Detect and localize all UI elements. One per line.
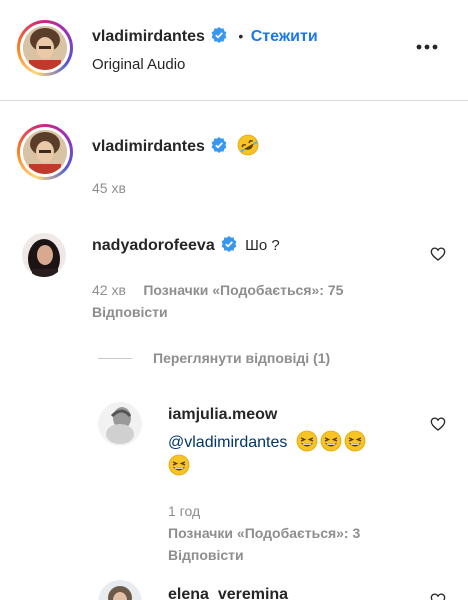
author-photo [23, 26, 67, 70]
caption-avatar[interactable] [17, 124, 73, 180]
comment-likes[interactable]: Позначки «Подобається»: 75 [143, 282, 343, 298]
reply-author-photo [98, 402, 142, 446]
author-username[interactable]: vladimirdantes [92, 28, 205, 45]
follow-button[interactable]: Стежити [251, 28, 318, 45]
reply-username[interactable]: iamjulia.meow [168, 406, 277, 424]
audio-label[interactable]: Original Audio [92, 56, 185, 73]
like-heart-icon[interactable] [430, 246, 446, 262]
reply-like-heart-icon[interactable] [430, 416, 446, 432]
reply-time: 1 год [168, 503, 201, 519]
reply-button[interactable]: Відповісти [92, 304, 168, 320]
comment-text: Шо ? [245, 237, 280, 254]
next-like-heart-icon[interactable] [430, 592, 446, 600]
separator-dot: • [238, 28, 244, 44]
comment-avatar[interactable] [22, 233, 66, 277]
grin-squint-emoji-icon [296, 430, 318, 452]
view-replies-button[interactable]: Переглянути відповіді (1) [153, 350, 330, 366]
reply-mention-link[interactable]: @vladimirdantes [168, 434, 287, 451]
caption-time: 45 хв [92, 180, 126, 196]
more-options-icon[interactable] [416, 44, 438, 50]
commenter-photo [22, 233, 66, 277]
author-avatar[interactable] [17, 20, 73, 76]
comment-username[interactable]: nadyadorofeeva [92, 237, 215, 254]
next-comment-username[interactable]: elena_veremina [168, 586, 288, 600]
comment-time: 42 хв [92, 282, 126, 298]
verified-icon [221, 236, 237, 252]
next-commenter-photo [98, 580, 142, 600]
verified-icon [211, 137, 227, 153]
replies-divider [98, 358, 132, 359]
grin-squint-emoji-icon [168, 454, 190, 476]
next-comment-avatar[interactable] [98, 580, 142, 600]
grin-squint-emoji-icon [344, 430, 366, 452]
post-header: vladimirdantes • Стежити Original Audio [0, 0, 468, 101]
grin-squint-emoji-icon [320, 430, 342, 452]
verified-icon [211, 27, 227, 43]
rofl-emoji-icon [237, 134, 259, 156]
reply-reply-button[interactable]: Відповісти [168, 547, 244, 563]
reply-likes[interactable]: Позначки «Подобається»: 3 [168, 525, 360, 541]
caption-username[interactable]: vladimirdantes [92, 138, 205, 155]
caption-author-photo [23, 130, 67, 174]
reply-avatar[interactable] [98, 402, 142, 446]
